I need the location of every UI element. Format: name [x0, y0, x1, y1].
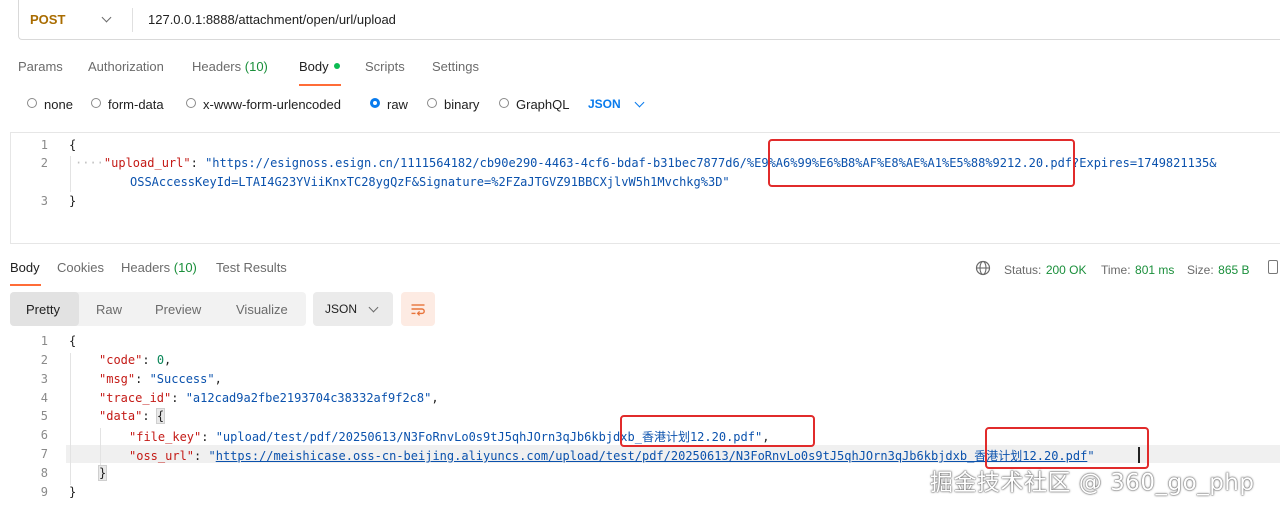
tab-body[interactable]: Body	[299, 59, 329, 74]
view-mode-raw[interactable]: Raw	[96, 302, 122, 317]
whitespace-dots: ····	[75, 156, 104, 170]
response-format-label: JSON	[325, 302, 358, 316]
json-key: "data"	[99, 409, 143, 423]
response-time: Time: 801 ms	[1101, 261, 1174, 279]
tab-label: Headers	[121, 260, 171, 275]
url-input[interactable]: 127.0.0.1:8888/attachment/open/url/uploa…	[148, 12, 396, 27]
body-indicator-dot	[334, 63, 340, 69]
annotation-box	[768, 139, 1075, 187]
line-number: 8	[40, 466, 48, 480]
indent-guide	[100, 428, 101, 466]
json-key: "trace_id"	[99, 391, 172, 405]
divider	[132, 8, 133, 32]
line-number: 5	[40, 409, 48, 423]
radio-label-none: none	[44, 97, 73, 112]
line-number: 1	[40, 334, 48, 348]
json-string-wrapped: OSSAccessKeyId=LTAI4G23YViiKnxTC28ygQzF&…	[130, 175, 730, 189]
open-brace: {	[69, 138, 77, 152]
radio-urlencoded[interactable]	[186, 98, 196, 108]
radio-raw[interactable]	[370, 98, 380, 108]
line-number: 4	[40, 391, 48, 405]
bracket-match: }	[97, 465, 108, 481]
response-tab-body[interactable]: Body	[10, 260, 40, 275]
active-tab-indicator	[299, 84, 341, 86]
chevron-down-icon[interactable]	[634, 97, 645, 108]
body-format-select[interactable]: JSON	[588, 97, 621, 111]
oss-url-link[interactable]: https://meishicase.oss-cn-beijing.aliyun…	[216, 449, 1088, 463]
tab-authorization[interactable]: Authorization	[88, 59, 164, 74]
view-mode-preview[interactable]: Preview	[155, 302, 201, 317]
wrap-icon	[411, 304, 425, 316]
globe-icon[interactable]	[975, 260, 991, 276]
close-brace: }	[69, 194, 77, 208]
json-string: "Success"	[149, 372, 215, 386]
code-line: "msg": "Success",	[99, 372, 222, 386]
radio-graphql[interactable]	[499, 98, 509, 108]
line-number: 2	[40, 156, 48, 170]
radio-label-binary: binary	[444, 97, 480, 112]
json-colon: :	[190, 156, 206, 170]
time-value: 801 ms	[1135, 263, 1175, 277]
watermark: 掘金技术社区 @ 360_go_php	[930, 470, 1255, 496]
code-line: "trace_id": "a12cad9a2fbe2193704c38332af…	[99, 391, 439, 405]
tab-settings[interactable]: Settings	[432, 59, 479, 74]
code-line: "code": 0,	[99, 353, 172, 367]
quote: "	[208, 449, 216, 463]
headers-count: (10)	[173, 260, 197, 275]
line-number: 3	[40, 372, 48, 386]
status-value: 200 OK	[1045, 263, 1087, 277]
annotation-box	[620, 415, 815, 447]
close-brace: }	[69, 485, 77, 499]
json-number: 0	[156, 353, 165, 367]
line-number: 2	[40, 353, 48, 367]
json-key: "code"	[99, 353, 143, 367]
response-tab-headers[interactable]: Headers (10)	[121, 260, 197, 275]
radio-binary[interactable]	[427, 98, 437, 108]
response-tab-cookies[interactable]: Cookies	[57, 260, 104, 275]
time-label: Time:	[1101, 263, 1131, 277]
radio-label-form-data: form-data	[108, 97, 164, 112]
status-label: Status:	[1004, 263, 1042, 277]
json-key: "file_key"	[129, 430, 202, 444]
line-number: 9	[40, 485, 48, 499]
response-status: Status: 200 OK	[1004, 261, 1087, 279]
json-key: "oss_url"	[129, 449, 195, 463]
tab-headers[interactable]: Headers (10)	[192, 59, 268, 74]
line-number: 6	[40, 428, 48, 442]
bracket-match: {	[155, 408, 166, 424]
open-brace: {	[69, 334, 77, 348]
save-response-icon[interactable]	[1268, 260, 1278, 274]
radio-label-raw: raw	[387, 97, 408, 112]
active-tab-indicator	[10, 284, 41, 286]
line-number: 7	[40, 447, 48, 461]
json-string: "a12cad9a2fbe2193704c38332af9f2c8"	[185, 391, 432, 405]
view-mode-visualize[interactable]: Visualize	[236, 302, 288, 317]
tab-label: Headers	[192, 59, 242, 74]
headers-count: (10)	[244, 59, 268, 74]
indent-guide	[70, 156, 71, 192]
json-key: "msg"	[99, 372, 136, 386]
radio-none[interactable]	[27, 98, 37, 108]
json-key: "upload_url"	[103, 156, 191, 170]
view-mode-pretty[interactable]: Pretty	[26, 302, 60, 317]
tab-scripts[interactable]: Scripts	[365, 59, 405, 74]
size-label: Size:	[1187, 263, 1214, 277]
line-number: 3	[40, 194, 48, 208]
radio-label-graphql: GraphQL	[516, 97, 570, 112]
response-tab-test-results[interactable]: Test Results	[216, 260, 287, 275]
radio-form-data[interactable]	[91, 98, 101, 108]
code-line: "data": {	[99, 408, 166, 424]
code-line: "oss_url": "https://meishicase.oss-cn-be…	[129, 449, 1095, 463]
size-value: 865 B	[1218, 263, 1250, 277]
radio-label-urlencoded: x-www-form-urlencoded	[203, 97, 341, 112]
indent-guide	[70, 353, 71, 485]
response-size: Size: 865 B	[1187, 261, 1250, 279]
method-select[interactable]: POST	[30, 12, 65, 27]
line-number: 1	[40, 138, 48, 152]
tab-params[interactable]: Params	[18, 59, 63, 74]
